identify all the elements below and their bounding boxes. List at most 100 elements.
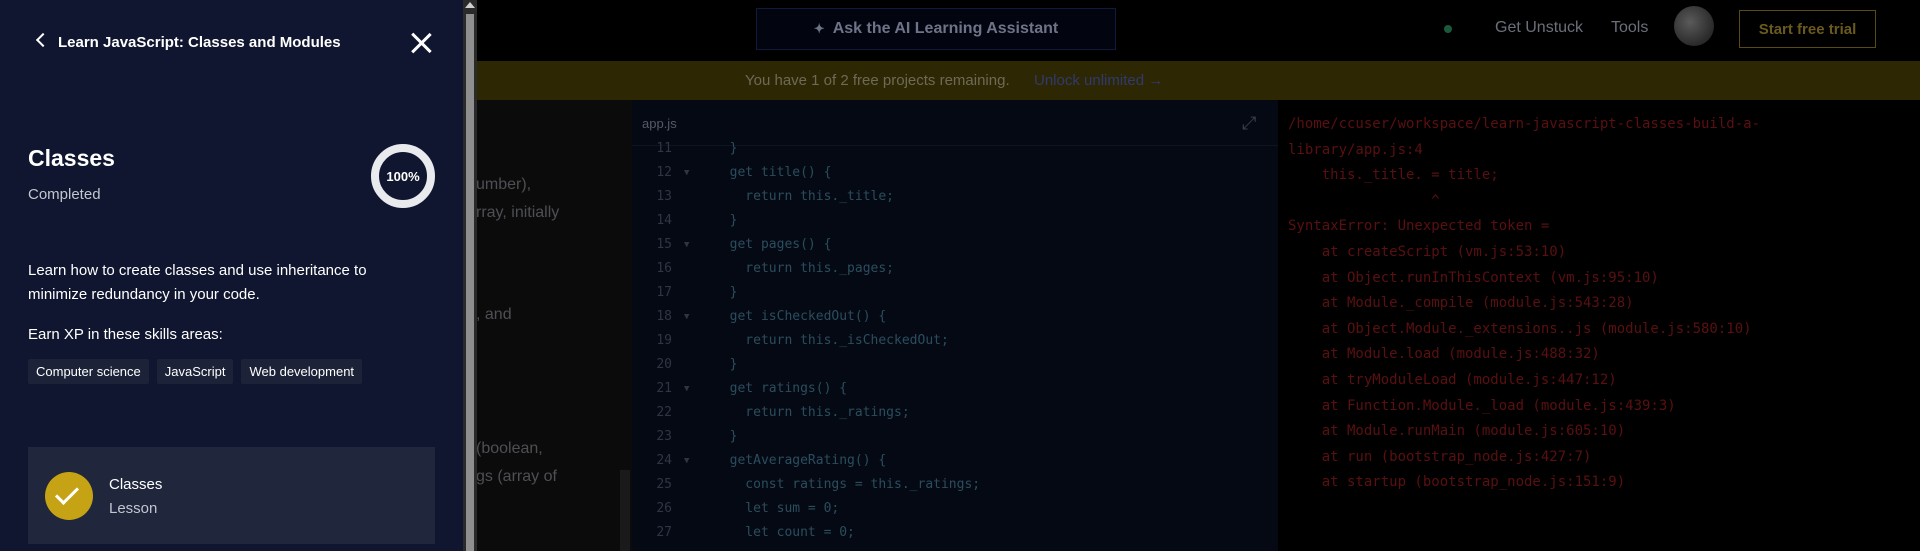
skill-chip[interactable]: Computer science [28,359,149,384]
progress-percent: 100% [386,168,420,184]
code-text: get isCheckedOut() { [714,309,887,324]
checkmark-icon [45,472,93,520]
file-tab-app-js[interactable]: app.js [642,116,677,131]
code-text: } [714,141,738,156]
ai-assistant-button[interactable]: ✦ Ask the AI Learning Assistant [756,8,1116,50]
terminal-line: /home/ccuser/workspace/learn-javascript-… [1288,116,1761,132]
line-number: 22 [656,405,672,420]
instruction-text: gs (array of [476,468,557,485]
code-text: const ratings = this._ratings; [714,477,981,492]
line-number: 17 [656,285,672,300]
close-icon[interactable] [410,32,432,54]
skill-chip[interactable]: JavaScript [156,359,234,384]
terminal-line: library/app.js:4 [1288,141,1423,158]
status-indicator [1444,25,1452,33]
code-text: let count = 0; [714,525,855,540]
code-text: } [714,429,738,444]
start-free-trial-button[interactable]: Start free trial [1739,10,1876,48]
fold-arrow-icon[interactable]: ▼ [684,377,689,401]
line-number: 23 [656,429,672,444]
line-number: 26 [656,501,672,516]
code-text: } [714,285,738,300]
code-line: 20 } [632,353,1278,377]
line-number: 20 [656,357,672,372]
panel-scrollbar-thumb[interactable] [466,14,474,551]
code-line: 12 ▼ get title() { [632,161,1278,185]
terminal-line: at tryModuleLoad (module.js:447:12) [1288,372,1617,388]
tools-link[interactable]: Tools [1611,19,1648,37]
code-text: return this._title; [714,189,895,204]
progress-ring: 100% [371,144,435,208]
skills-heading: Earn XP in these skills areas: [28,326,223,343]
terminal-line: this._title. = title; [1288,167,1499,184]
code-line: 21 ▼ get ratings() { [632,377,1278,401]
terminal-line: at startup (bootstrap_node.js:151:9) [1288,474,1626,491]
code-text: let sum = 0; [714,501,840,516]
terminal-line: at Object.Module._extensions..js (module… [1288,320,1752,337]
terminal-line: at run (bootstrap_node.js:427:7) [1288,448,1592,465]
line-number: 13 [656,189,672,204]
code-text: getAverageRating() { [714,453,887,468]
code-line: 24 ▼ getAverageRating() { [632,449,1278,473]
instruction-text: , and [476,306,512,323]
line-number: 18 [656,309,672,324]
lesson-status: Completed [28,186,101,203]
instructions-scrollbar[interactable] [620,470,630,551]
code-text: get title() { [714,165,832,180]
fold-arrow-icon[interactable]: ▼ [684,161,689,185]
code-line: 15 ▼ get pages() { [632,233,1278,257]
code-line: 26 let sum = 0; [632,497,1278,521]
terminal-line: SyntaxError: Unexpected token = [1288,218,1550,235]
lesson-description: Learn how to create classes and use inhe… [28,262,367,303]
fold-arrow-icon[interactable]: ▼ [684,233,689,257]
code-line: 27 let count = 0; [632,521,1278,545]
line-number: 27 [656,525,672,540]
expand-icon[interactable]: ⤢ [1242,114,1260,132]
terminal-line: at Function.Module._load (module.js:439:… [1288,397,1676,414]
line-number: 16 [656,261,672,276]
code-line: 23 } [632,425,1278,449]
code-text: get pages() { [714,237,832,252]
code-line: 17 } [632,281,1278,305]
terminal-line: ^ [1288,192,1440,209]
code-text: return this._isCheckedOut; [714,333,949,348]
lesson-card[interactable]: Classes Lesson [28,447,435,544]
terminal-line: at createScript (vm.js:53:10) [1288,244,1567,260]
code-editor[interactable]: app.js ⤢ 11 } 12 ▼ get title() { 13 return … [632,100,1278,551]
card-subtitle: Lesson [109,500,158,517]
terminal-line: at Module.runMain (module.js:605:10) [1288,423,1626,440]
code-text: } [714,213,738,228]
lesson-heading: Classes [28,145,115,171]
code-text: return this._pages; [714,261,895,276]
instruction-text: umber), [476,176,532,193]
scroll-up-arrow-icon[interactable] [465,2,475,8]
avatar[interactable] [1674,6,1714,46]
line-number: 12 [656,165,672,180]
get-unstuck-link[interactable]: Get Unstuck [1495,19,1583,37]
unlock-unlimited-link[interactable]: Unlock unlimited → [1034,72,1163,89]
terminal-line: at Module._compile (module.js:543:28) [1288,295,1634,312]
ai-assistant-label: Ask the AI Learning Assistant [832,20,1059,37]
code-text: get ratings() { [714,381,848,396]
terminal-line: at Module.load (module.js:488:32) [1288,346,1600,363]
code-line: 18 ▼ get isCheckedOut() { [632,305,1278,329]
course-side-panel: Learn JavaScript: Classes and Modules Cl… [0,0,463,551]
code-text: return this._ratings; [714,405,910,420]
code-line: 25 const ratings = this._ratings; [632,473,1278,497]
code-text: } [714,357,738,372]
course-title[interactable]: Learn JavaScript: Classes and Modules [58,34,341,51]
code-line: 22 return this._ratings; [632,401,1278,425]
fold-arrow-icon[interactable]: ▼ [684,449,689,473]
line-number: 25 [656,477,672,492]
skill-chip[interactable]: Web development [241,359,363,384]
sparkle-icon: ✦ [813,21,825,36]
fold-arrow-icon[interactable]: ▼ [684,305,689,329]
line-number: 24 [656,453,672,468]
line-number: 15 [656,237,672,252]
code-line: 14 } [632,209,1278,233]
chevron-left-icon[interactable] [35,32,51,48]
code-line: 13 return this._title; [632,185,1278,209]
code-line: 11 } [632,137,1278,161]
instruction-text: rray, initially [476,204,560,221]
skill-chips: Computer science JavaScript Web developm… [28,359,363,384]
